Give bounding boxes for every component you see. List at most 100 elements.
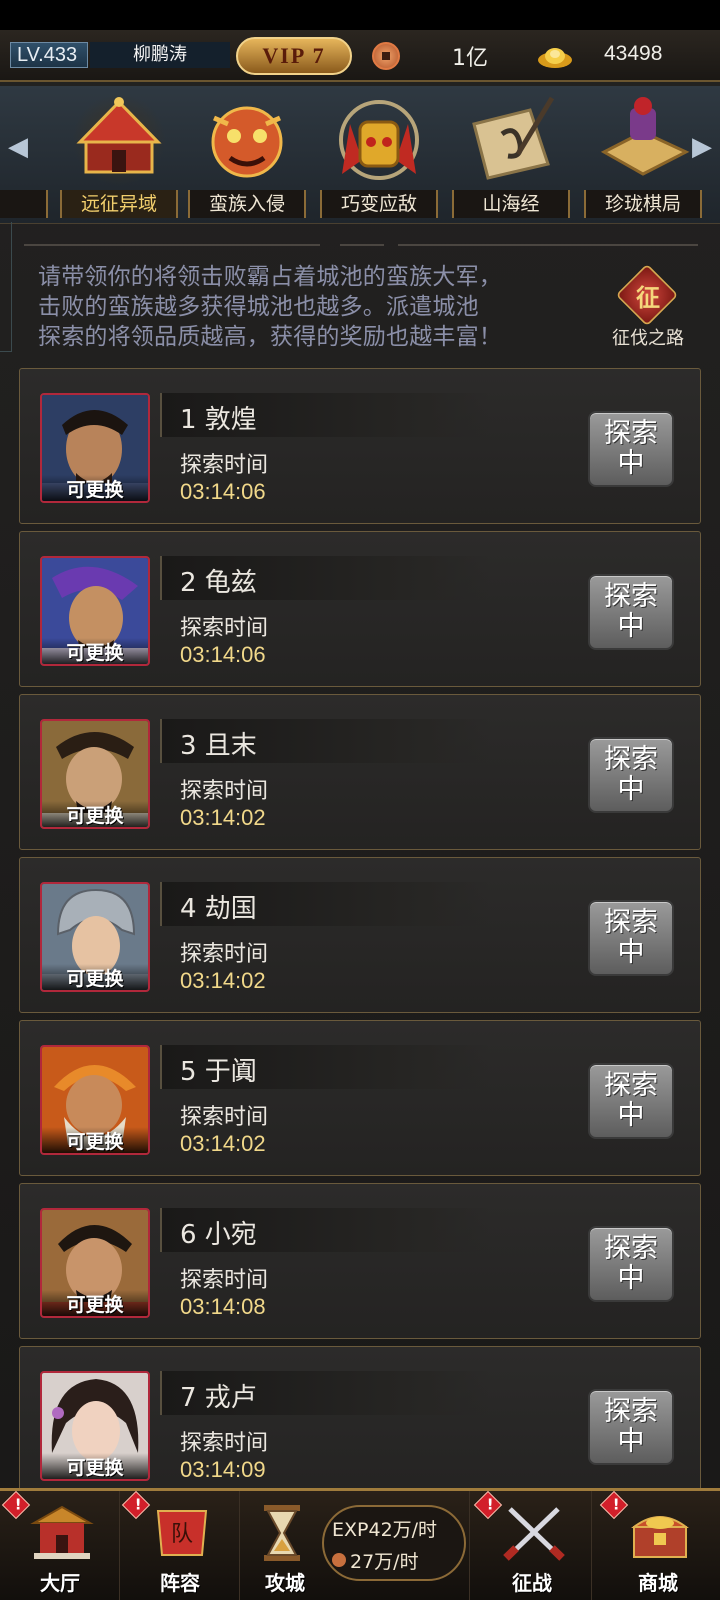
button-text: 探索 [604,907,658,938]
general-portrait[interactable]: 可更换 [40,1371,150,1481]
coin-icon [332,1553,346,1567]
alert-badge-icon: ! [473,1490,503,1520]
mission-card: 可更换 3 且末 探索时间 03:14:02 探索中 [19,694,701,850]
gold-amount: 43498 [604,42,663,65]
button-text: 中 [617,448,645,479]
bottom-nav: ! 大厅 ! 队 阵容 攻城 EXP42万/时 27万/时 ! 征战 ! 商城 [0,1488,720,1600]
player-name[interactable]: 柳鹏涛 [90,42,230,68]
idle-income-panel[interactable]: EXP42万/时 27万/时 [322,1505,466,1581]
conquest-char: 征 [636,283,660,312]
swap-label: 可更换 [42,964,148,990]
explore-time-label: 探索时间 [180,453,269,478]
team-banner-icon: 队 [156,1510,208,1556]
nav-label: 阵容 [160,1571,200,1595]
status-bar [0,0,720,30]
explore-timer: 03:14:02 [180,805,266,830]
explore-timer: 03:14:02 [180,968,266,993]
button-text: 中 [617,1263,645,1294]
exploring-button[interactable]: 探索中 [588,411,674,487]
conquest-road-label: 征伐之路 [612,328,684,349]
description-line: 请带领你的将领击败霸占着城池的蛮族大军， [38,264,502,290]
hourglass-icon [264,1505,300,1561]
general-portrait[interactable]: 可更换 [40,1208,150,1318]
exploring-button[interactable]: 探索中 [588,900,674,976]
swap-label: 可更换 [42,475,148,501]
divider-line [398,244,698,246]
tab-partial-left[interactable] [0,190,48,218]
explore-time-label: 探索时间 [180,616,269,641]
alert-badge-icon: ! [121,1490,151,1520]
explore-time-label: 探索时间 [180,1268,269,1293]
button-text: 中 [617,1100,645,1131]
city-name: 2 龟兹 [180,568,257,598]
tab-shanhaijing[interactable]: 山海经 [448,92,574,220]
nav-lineup[interactable]: ! 队 阵容 [120,1490,240,1600]
exploring-button[interactable]: 探索中 [588,1063,674,1139]
general-portrait[interactable]: 可更换 [40,1045,150,1155]
treasure-chest-icon [631,1516,689,1558]
explore-time-label: 探索时间 [180,1431,269,1456]
tab-chess[interactable]: 珍珑棋局 [580,92,706,220]
nav-hall[interactable]: ! 大厅 [0,1490,120,1600]
button-text: 中 [617,611,645,642]
team-banner-text: 队 [171,1522,193,1547]
button-text: 探索 [604,418,658,449]
divider-line [340,244,384,246]
exploring-button[interactable]: 探索中 [588,1226,674,1302]
button-text: 中 [617,774,645,805]
badge-mark: ! [14,1495,22,1514]
mission-card: 可更换 1 敦煌 探索时间 03:14:06 探索中 [19,368,701,524]
city-name: 1 敦煌 [180,405,257,435]
nav-label: 攻城 [265,1571,305,1595]
tab-tactics[interactable]: 巧变应敌 [316,92,442,220]
city-name: 5 于阗 [180,1057,257,1087]
button-text: 探索 [604,1070,658,1101]
swap-label: 可更换 [42,1453,148,1479]
exploring-button[interactable]: 探索中 [588,737,674,813]
city-name: 7 戎卢 [180,1383,257,1413]
general-portrait[interactable]: 可更换 [40,393,150,503]
badge-mark: ! [486,1495,494,1514]
nav-campaign[interactable]: ! 征战 [472,1490,592,1600]
game-screen: LV.433 柳鹏涛 VIP 7 1亿 43498 ◀ ▶ 远征异域 蛮族入侵 … [0,0,720,1600]
mission-card: 可更换 7 戎卢 探索时间 03:14:09 探索中 [19,1346,701,1502]
resource-bar: LV.433 柳鹏涛 VIP 7 1亿 43498 [0,30,720,82]
general-portrait[interactable]: 可更换 [40,719,150,829]
palace-icon [30,1505,94,1559]
tab-label: 巧变应敌 [320,190,438,218]
copper-coin-icon [372,42,400,70]
demon-mask-icon [211,106,283,178]
button-text: 探索 [604,744,658,775]
exploring-button[interactable]: 探索中 [588,574,674,650]
general-portrait[interactable]: 可更换 [40,556,150,666]
city-name: 3 且末 [180,731,257,761]
tab-label: 蛮族入侵 [188,190,306,218]
general-portrait[interactable]: 可更换 [40,882,150,992]
helmet-emblem-icon [339,100,419,180]
chessboard-icon [600,97,690,176]
tab-expedition[interactable]: 远征异域 [56,92,182,220]
vip-badge[interactable]: VIP 7 [236,37,352,75]
red-tent-icon [72,94,166,186]
mission-card: 可更换 5 于阗 探索时间 03:14:02 探索中 [19,1020,701,1176]
scroll-left-icon[interactable]: ◀ [6,132,30,162]
exploring-button[interactable]: 探索中 [588,1389,674,1465]
mission-list: 可更换 1 敦煌 探索时间 03:14:06 探索中 可更换 2 龟兹 探索时间… [19,368,701,1509]
explore-timer: 03:14:06 [180,479,266,504]
mission-card: 可更换 2 龟兹 探索时间 03:14:06 探索中 [19,531,701,687]
player-level: LV.433 [10,42,88,68]
tab-label: 远征异域 [60,190,178,218]
swap-label: 可更换 [42,1290,148,1316]
tab-barbarian-invasion[interactable]: 蛮族入侵 [184,92,310,220]
nav-shop[interactable]: ! 商城 [598,1490,718,1600]
expedition-description: 请带领你的将领击败霸占着城池的蛮族大军， 击败的蛮族越多获得城池也越多。派遣城池… [38,262,578,352]
gold-ingot-icon[interactable] [536,40,574,70]
conquest-road-button[interactable]: 征 征伐之路 [606,262,690,352]
explore-timer: 03:14:06 [180,642,266,667]
swap-label: 可更换 [42,1127,148,1153]
city-name: 6 小宛 [180,1220,257,1250]
explore-timer: 03:14:09 [180,1457,266,1482]
explore-time-label: 探索时间 [180,779,269,804]
scroll-brush-icon [472,96,555,180]
badge-mark: ! [612,1495,620,1514]
